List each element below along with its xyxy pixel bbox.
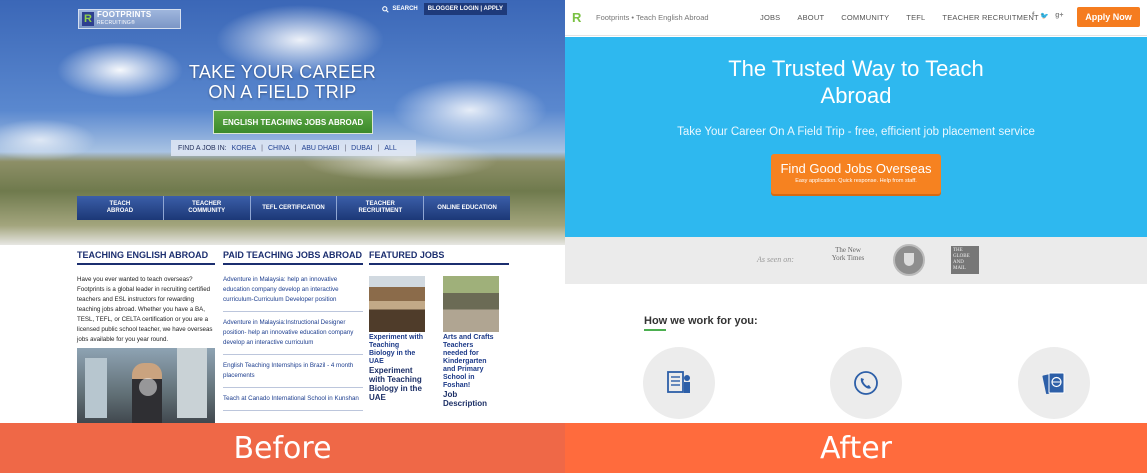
intro-text: Have you ever wanted to teach overseas? … xyxy=(77,276,213,343)
paid-jobs-column: PAID TEACHING JOBS ABROAD Adventure in M… xyxy=(223,250,363,411)
logo-mark: R xyxy=(82,12,94,26)
globe-and-mail-logo: THE GLOBE AND MAIL xyxy=(951,246,979,274)
logo-name: FOOTPRINTS xyxy=(97,10,152,19)
find-job-china[interactable]: CHINA xyxy=(268,145,290,152)
press-strip: As seen on: The New York Times THE GLOBE… xyxy=(565,237,1147,284)
feature-circle xyxy=(830,347,902,419)
before-label: Before xyxy=(0,423,565,473)
intro-video[interactable] xyxy=(77,348,215,428)
footprints-logo[interactable]: R xyxy=(572,10,581,25)
footprints-logo[interactable]: R FOOTPRINTS RECRUITING® xyxy=(78,9,181,29)
nav-tefl[interactable]: TEFL xyxy=(906,13,925,22)
nav-community[interactable]: COMMUNITY xyxy=(841,13,889,22)
job-link[interactable]: Adventure in Malaysia: help an innovativ… xyxy=(223,275,363,312)
column-title: TEACHING ENGLISH ABROAD xyxy=(77,250,215,265)
main-nav: TEACH ABROAD TEACHER COMMUNITY TEFL CERTIF… xyxy=(77,196,510,220)
featured-job-image xyxy=(443,276,499,332)
featured-job-image xyxy=(369,276,425,332)
find-job-dubai[interactable]: DUBAI xyxy=(351,145,372,152)
job-link[interactable]: Teach at Canado International School in … xyxy=(223,388,363,411)
logo-sub: RECRUITING® xyxy=(97,20,136,26)
teaching-english-column: TEACHING ENGLISH ABROAD Have you ever wa… xyxy=(77,250,215,345)
featured-job-card[interactable]: Arts and Crafts Teachers needed for Kind… xyxy=(443,276,499,408)
google-plus-icon[interactable]: g+ xyxy=(1055,12,1063,20)
main-nav: JOBS ABOUT COMMUNITY TEFL TEACHER RECRUI… xyxy=(760,13,1039,22)
after-label: After xyxy=(565,423,1147,473)
job-link[interactable]: Adventure in Malaysia:Instructional Desi… xyxy=(223,312,363,355)
before-page: R FOOTPRINTS RECRUITING® SEARCH BLOGGER … xyxy=(0,0,565,473)
hero-section: The Trusted Way to Teach Abroad Take You… xyxy=(565,37,1147,237)
search-icon xyxy=(382,5,390,13)
nav-jobs[interactable]: JOBS xyxy=(760,13,780,22)
nyt-logo: The New York Times xyxy=(831,246,865,262)
passport-icon xyxy=(1042,372,1065,395)
as-seen-on-label: As seen on: xyxy=(757,255,794,264)
search-link[interactable]: SEARCH xyxy=(382,5,418,13)
nav-tefl-certification[interactable]: TEFL CERTIFICATION xyxy=(250,196,338,220)
hero-headline: The Trusted Way to Teach Abroad xyxy=(728,56,984,108)
apply-link[interactable]: APPLY xyxy=(484,6,503,12)
social-links: f 🐦 g+ xyxy=(1032,12,1063,20)
find-job-label: FIND A JOB IN: xyxy=(178,144,227,152)
nav-online-education[interactable]: ONLINE EDUCATION xyxy=(424,196,510,220)
hero-subtitle: Take Your Career On A Field Trip - free,… xyxy=(677,126,1035,138)
nav-about[interactable]: ABOUT xyxy=(797,13,824,22)
find-jobs-button[interactable]: Find Good Jobs Overseas Easy application… xyxy=(771,154,941,194)
english-jobs-button[interactable]: ENGLISH TEACHING JOBS ABROAD xyxy=(213,110,373,134)
nav-teacher-community[interactable]: TEACHER COMMUNITY xyxy=(163,196,251,220)
column-title: FEATURED JOBS xyxy=(369,250,509,265)
find-job-all[interactable]: ALL xyxy=(384,145,396,152)
find-job-bar: FIND A JOB IN: KOREA | CHINA | ABU DHABI | … xyxy=(171,140,416,156)
comparison: R FOOTPRINTS RECRUITING® SEARCH BLOGGER … xyxy=(0,0,1147,473)
title-underline xyxy=(644,329,666,331)
harvard-seal-logo xyxy=(893,244,925,276)
find-job-abu-dhabi[interactable]: ABU DHABI xyxy=(302,145,340,152)
job-link[interactable]: English Teaching Internships in Brazil -… xyxy=(223,355,363,388)
how-we-work-title: How we work for you: xyxy=(644,315,758,327)
hero-headline: TAKE YOUR CAREER ON A FIELD TRIP xyxy=(188,62,377,102)
column-title: PAID TEACHING JOBS ABROAD xyxy=(223,250,363,265)
find-job-korea[interactable]: KOREA xyxy=(232,145,257,152)
after-page: R Footprints • Teach English Abroad JOBS… xyxy=(565,0,1147,423)
resume-icon xyxy=(667,371,690,393)
facebook-icon[interactable]: f xyxy=(1032,12,1034,20)
top-nav-bar: R Footprints • Teach English Abroad JOBS… xyxy=(565,0,1147,36)
nav-teacher-recruitment[interactable]: TEACHER RECRUITMENT xyxy=(942,13,1038,22)
nav-teacher-recruitment[interactable]: TEACHER RECRUITMENT xyxy=(337,196,425,220)
feature-circle xyxy=(643,347,715,419)
featured-job-card[interactable]: Experiment with Teaching Biology in the … xyxy=(369,276,425,402)
blogger-login-link[interactable]: BLOGGER LOGIN | APPLY xyxy=(423,3,507,15)
feature-circle xyxy=(1018,347,1090,419)
top-links: SEARCH BLOGGER LOGIN | APPLY xyxy=(382,3,507,15)
apply-now-button[interactable]: Apply Now xyxy=(1077,7,1140,27)
play-icon[interactable] xyxy=(139,378,157,396)
featured-jobs-column: FEATURED JOBS Experiment with Teaching B… xyxy=(369,250,509,408)
twitter-icon[interactable]: 🐦 xyxy=(1040,12,1049,20)
brand-text[interactable]: Footprints • Teach English Abroad xyxy=(596,13,709,22)
phone-support-icon xyxy=(854,371,878,395)
nav-teach-abroad[interactable]: TEACH ABROAD xyxy=(77,196,164,220)
